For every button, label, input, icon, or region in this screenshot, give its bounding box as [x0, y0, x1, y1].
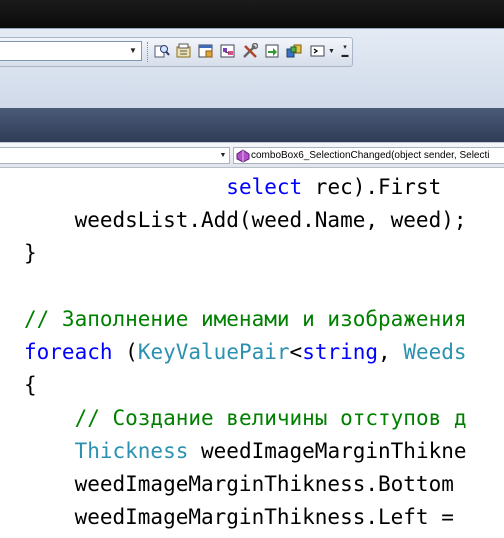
- member-combo-value: comboBox6_SelectionChanged(object sender…: [251, 150, 490, 161]
- toolstrip-grip[interactable]: [147, 42, 150, 62]
- object-browser-icon[interactable]: [198, 43, 214, 59]
- code-line[interactable]: // Создание величины отступов д: [24, 402, 467, 435]
- code-editor[interactable]: select rec).First weedsList.Add(weed.Nam…: [0, 168, 504, 538]
- code-line[interactable]: weedImageMarginThikness.Bottom: [24, 468, 454, 501]
- code-type: Thickness: [74, 439, 189, 463]
- code-keyword: select: [226, 175, 303, 199]
- start-page-icon[interactable]: [264, 43, 280, 59]
- code-text: weedsList.Add(weed.Name, weed);: [24, 208, 467, 232]
- code-line[interactable]: {: [24, 369, 37, 402]
- code-line[interactable]: }: [24, 237, 37, 270]
- code-text: (: [112, 340, 138, 364]
- code-line[interactable]: // Заполнение именами и изображения: [24, 303, 467, 336]
- chevron-down-icon[interactable]: ▼: [218, 149, 228, 162]
- code-text: rec).First: [302, 175, 442, 199]
- member-combo[interactable]: comboBox6_SelectionChanged(object sender…: [233, 147, 504, 164]
- code-line[interactable]: weedsList.Add(weed.Name, weed);: [24, 204, 467, 237]
- code-text: weedImageMarginThikness.Left =: [24, 505, 454, 529]
- title-bar: [0, 0, 504, 28]
- tools-icon[interactable]: [242, 43, 258, 59]
- code-keyword: foreach: [24, 340, 113, 364]
- code-comment: // Создание величины отступов д: [74, 406, 467, 430]
- code-text: ,: [378, 340, 404, 364]
- code-text: weedImageMarginThikne: [188, 439, 467, 463]
- chevron-down-icon[interactable]: ▼: [127, 44, 139, 58]
- document-tab-strip: [0, 108, 504, 142]
- standard-toolstrip: ▼ ▼ ▾ ▬: [0, 37, 353, 67]
- properties-icon[interactable]: [176, 43, 192, 59]
- type-combo[interactable]: ▼: [0, 147, 230, 164]
- class-view-icon[interactable]: [220, 43, 236, 59]
- method-icon: [236, 149, 250, 163]
- find-icon[interactable]: [154, 43, 170, 59]
- code-text: }: [24, 241, 37, 265]
- solution-config-combo[interactable]: ▼: [0, 41, 142, 61]
- code-text: {: [24, 373, 37, 397]
- code-line[interactable]: select rec).First: [24, 171, 441, 204]
- code-line[interactable]: weedImageMarginThikness.Left =: [24, 501, 454, 534]
- navigation-bar: ▼ comboBox6_SelectionChanged(object send…: [0, 142, 504, 168]
- toolbar-overflow-icon[interactable]: ▾ ▬: [340, 44, 350, 60]
- code-type: Weeds: [403, 340, 467, 364]
- code-type: KeyValuePair: [137, 340, 290, 364]
- dropdown-arrow-icon[interactable]: ▼: [328, 48, 335, 55]
- code-line[interactable]: Thickness weedImageMarginThikne: [24, 435, 467, 468]
- code-line[interactable]: foreach (KeyValuePair<string, Weeds: [24, 336, 467, 369]
- code-comment: // Заполнение именами и изображения: [24, 307, 467, 331]
- code-text: <: [289, 340, 303, 364]
- extension-manager-icon[interactable]: [286, 43, 302, 59]
- toolbar-area: ▼ ▼ ▾ ▬: [0, 28, 504, 109]
- code-text: weedImageMarginThikness.Bottom: [24, 472, 454, 496]
- code-keyword: string: [302, 340, 379, 364]
- command-window-icon[interactable]: [310, 43, 326, 59]
